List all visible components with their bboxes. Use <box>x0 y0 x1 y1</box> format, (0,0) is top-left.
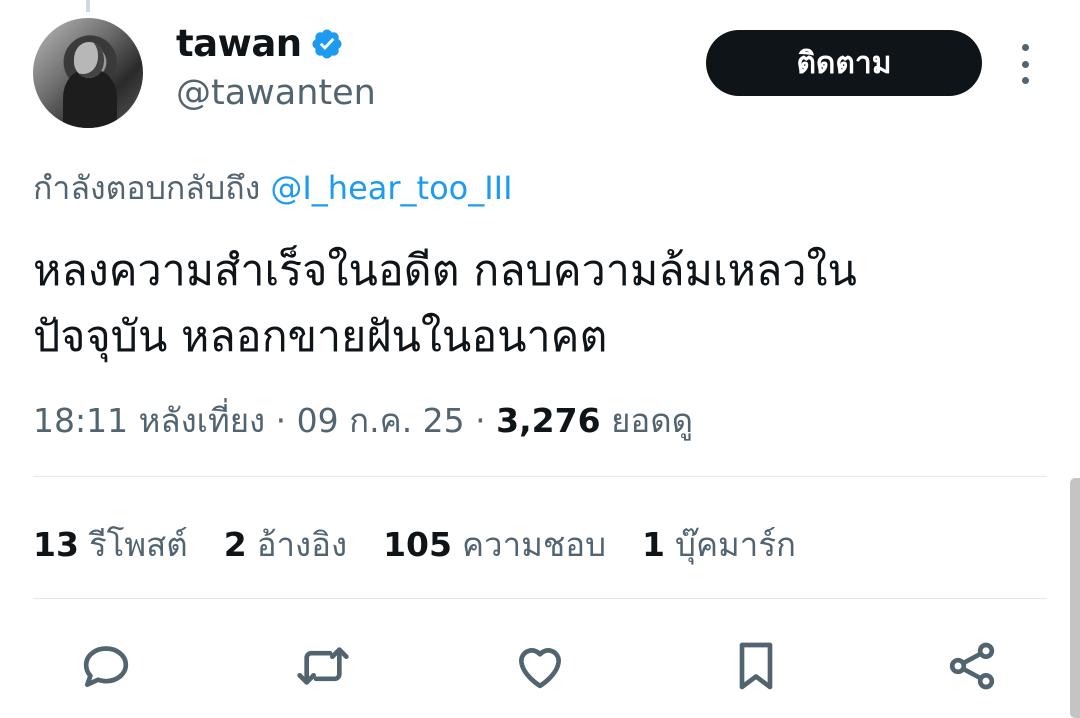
reply-mention-link[interactable]: @I_hear_too_III <box>270 169 512 207</box>
stat-bookmarks[interactable]: 1 บุ๊คมาร์ก <box>642 518 796 571</box>
reply-icon <box>83 646 129 687</box>
stat-count: 105 <box>383 525 452 564</box>
action-bar <box>0 636 1080 696</box>
divider <box>33 598 1047 599</box>
stat-label: บุ๊คมาร์ก <box>675 525 797 564</box>
tweet-date[interactable]: 09 ก.ค. 25 <box>297 401 465 440</box>
reply-context: กำลังตอบกลับถึง @I_hear_too_III <box>33 163 513 214</box>
more-options-icon[interactable] <box>1015 44 1035 84</box>
author-handle[interactable]: @tawanten <box>176 73 376 113</box>
divider <box>33 476 1047 477</box>
bookmark-button[interactable] <box>726 636 786 696</box>
tweet-text: หลงความสำเร็จในอดีต กลบความล้มเหลวใน ปัจ… <box>33 246 857 362</box>
avatar-figure-body <box>63 70 117 128</box>
more-dot <box>1021 44 1029 51</box>
stat-count: 13 <box>33 525 79 564</box>
meta-separator: · <box>475 401 486 440</box>
stat-count: 2 <box>223 525 247 564</box>
stat-count: 1 <box>642 525 666 564</box>
like-button[interactable] <box>510 636 570 696</box>
stat-quotes[interactable]: 2 อ้างอิง <box>224 518 347 571</box>
views-label: ยอดดู <box>611 401 694 440</box>
tweet-meta: 18:11 หลังเที่ยง · 09 ก.ค. 25 · 3,276 ยอ… <box>33 394 693 447</box>
reply-prefix: กำลังตอบกลับถึง <box>33 169 261 207</box>
more-dot <box>1021 77 1029 84</box>
avatar-figure-head <box>74 42 104 78</box>
reply-button[interactable] <box>76 636 136 696</box>
engagement-stats: 13 รีโพสต์ 2 อ้างอิง 105 ความชอบ 1 บุ๊คมาร์ก <box>33 518 832 571</box>
views-count: 3,276 <box>496 401 601 440</box>
author-name-row[interactable]: tawan <box>176 22 344 65</box>
verified-badge-icon <box>312 28 342 59</box>
bookmark-icon <box>739 642 773 690</box>
like-icon <box>519 648 561 689</box>
stat-likes[interactable]: 105 ความชอบ <box>383 518 606 571</box>
stat-label: อ้างอิง <box>256 525 348 564</box>
share-button[interactable] <box>942 636 1002 696</box>
stat-label: รีโพสต์ <box>88 525 188 564</box>
author-display-name[interactable]: tawan <box>176 22 302 65</box>
thread-connector-line <box>86 0 90 12</box>
share-icon <box>949 642 995 690</box>
tweet-time[interactable]: 18:11 หลังเที่ยง <box>33 401 265 440</box>
follow-button[interactable]: ติดตาม <box>706 30 982 96</box>
more-dot <box>1021 60 1029 68</box>
scrollbar[interactable] <box>1070 478 1080 718</box>
meta-separator: · <box>275 401 287 440</box>
stat-reposts[interactable]: 13 รีโพสต์ <box>33 518 188 571</box>
avatar[interactable] <box>33 18 143 128</box>
repost-icon <box>297 647 349 685</box>
stat-label: ความชอบ <box>461 525 607 564</box>
repost-button[interactable] <box>293 636 353 696</box>
